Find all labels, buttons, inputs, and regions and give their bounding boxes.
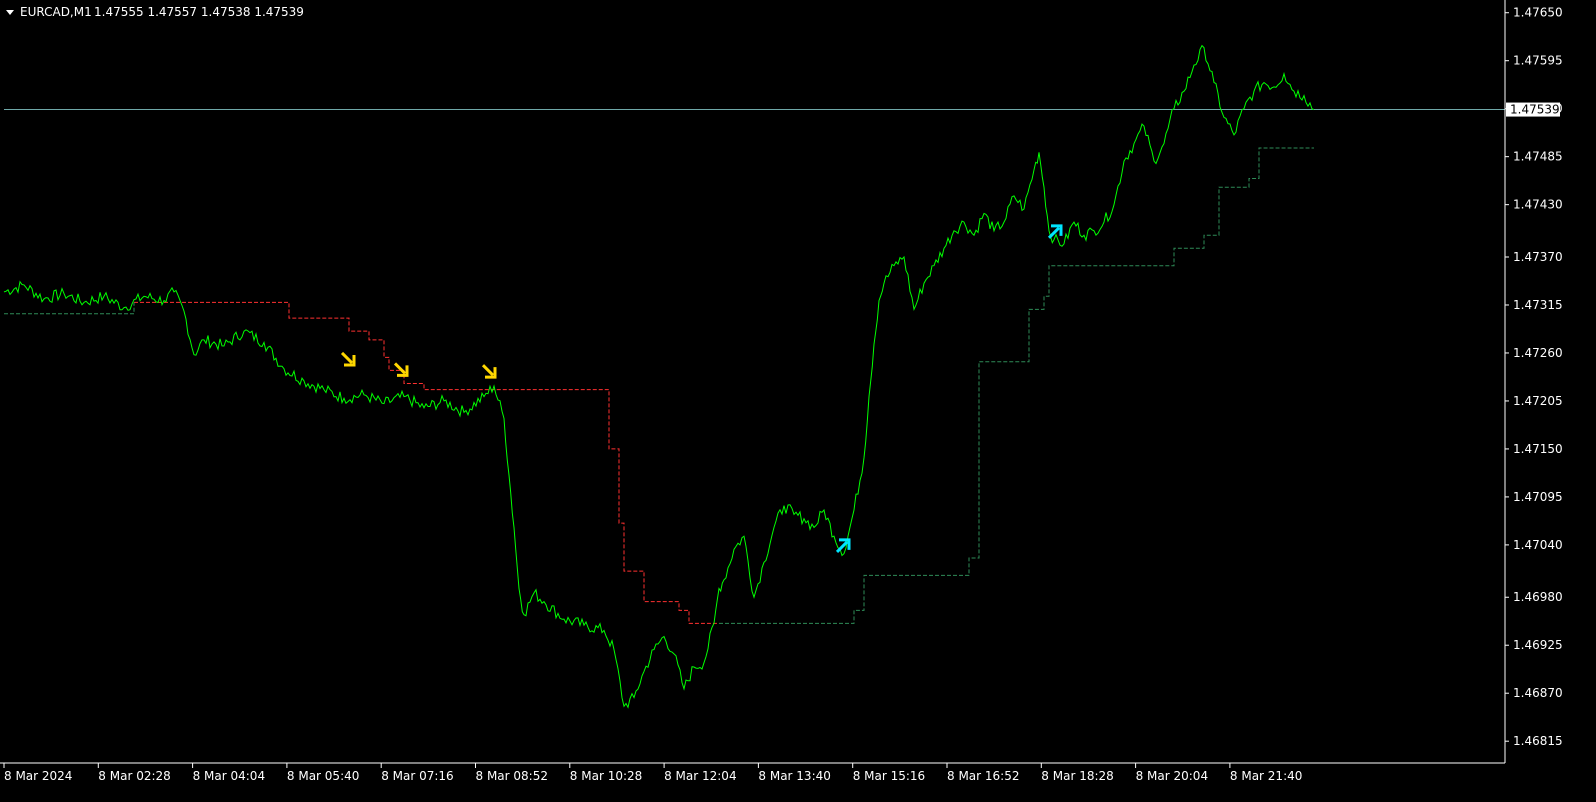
price-tick-label: 1.46980: [1513, 590, 1563, 604]
time-tick-label: 8 Mar 20:04: [1136, 769, 1209, 783]
time-tick-label: 8 Mar 15:16: [853, 769, 926, 783]
time-tick-label: 8 Mar 2024: [4, 769, 72, 783]
time-tick-label: 8 Mar 02:28: [98, 769, 171, 783]
price-tick-label: 1.47595: [1513, 54, 1563, 68]
price-tick-label: 1.47430: [1513, 198, 1563, 212]
price-tick-label: 1.46815: [1513, 734, 1563, 748]
time-tick-label: 8 Mar 05:40: [287, 769, 360, 783]
price-tick-label: 1.47040: [1513, 538, 1563, 552]
symbol-label: EURCAD,M1: [20, 5, 92, 19]
time-tick-label: 8 Mar 07:16: [381, 769, 454, 783]
price-tick-label: 1.47260: [1513, 346, 1563, 360]
current-price-tag: 1.47539: [1506, 102, 1560, 117]
ohlc-values: 1.47555 1.47557 1.47538 1.47539: [94, 5, 304, 19]
price-tick-label: 1.46870: [1513, 686, 1563, 700]
time-tick-label: 8 Mar 21:40: [1230, 769, 1303, 783]
time-tick-label: 8 Mar 12:04: [664, 769, 737, 783]
price-tick-label: 1.47205: [1513, 394, 1563, 408]
time-tick-label: 8 Mar 18:28: [1041, 769, 1114, 783]
chart-header: EURCAD,M1 1.47555 1.47557 1.47538 1.4753…: [6, 5, 304, 19]
price-tag-label: 1.47539: [1510, 103, 1560, 117]
time-tick-label: 8 Mar 10:28: [570, 769, 643, 783]
price-tick-label: 1.47315: [1513, 298, 1563, 312]
chart-canvas: 1.476501.475951.475401.474851.474301.473…: [0, 0, 1596, 802]
time-tick-label: 8 Mar 04:04: [193, 769, 266, 783]
price-tick-label: 1.47150: [1513, 442, 1563, 456]
price-tick-label: 1.47485: [1513, 150, 1563, 164]
time-tick-label: 8 Mar 16:52: [947, 769, 1020, 783]
time-tick-label: 8 Mar 08:52: [476, 769, 549, 783]
chart-background: [0, 0, 1596, 802]
price-tick-label: 1.47095: [1513, 490, 1563, 504]
price-tick-label: 1.47650: [1513, 6, 1563, 20]
price-tick-label: 1.46925: [1513, 638, 1563, 652]
price-tick-label: 1.47370: [1513, 250, 1563, 264]
time-tick-label: 8 Mar 13:40: [758, 769, 831, 783]
